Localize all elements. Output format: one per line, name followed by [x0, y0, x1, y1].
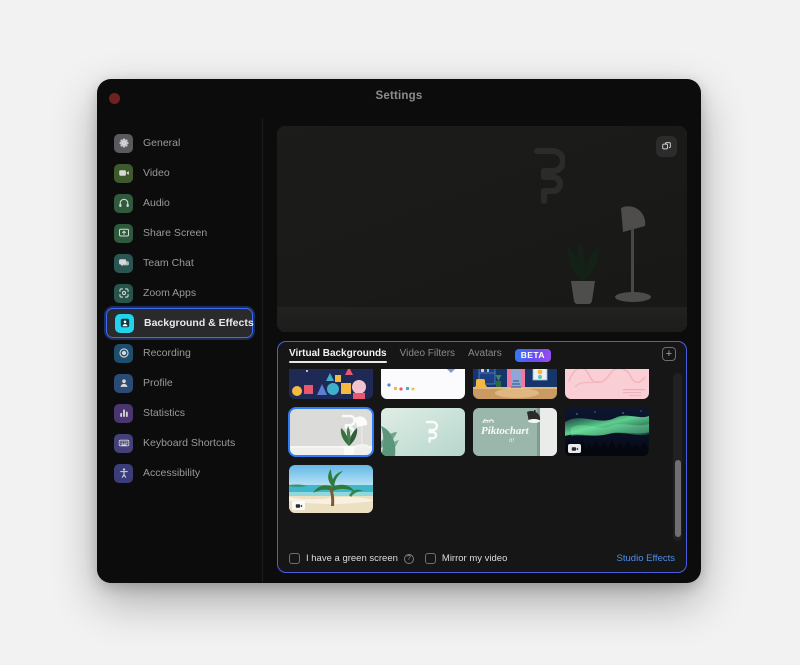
sidebar-item-zoom-apps[interactable]: Zoom Apps [106, 278, 253, 308]
mint-palm-background[interactable] [381, 408, 465, 456]
sidebar-item-recording[interactable]: Recording [106, 338, 253, 368]
accessibility-icon [114, 463, 133, 483]
duplicate-icon[interactable] [656, 136, 677, 157]
sidebar-item-label: Statistics [143, 407, 186, 419]
window-titlebar: Settings [97, 79, 701, 118]
headphones-icon [114, 193, 133, 213]
sidebar-item-label: General [143, 137, 181, 149]
green-screen-checkbox[interactable] [289, 553, 300, 564]
thumbnails-area: Let's Piktochart it! [278, 369, 686, 545]
background-person-icon [115, 313, 134, 333]
thumbnails-scrollbar[interactable] [673, 373, 682, 541]
panel-tabs: Virtual Backgrounds Video Filters Avatars B… [278, 342, 686, 369]
sidebar-item-label: Background & Effects [144, 317, 254, 329]
page-title: Settings [375, 90, 423, 102]
sidebar-item-label: Accessibility [143, 467, 201, 479]
tab-video-filters[interactable]: Video Filters [400, 348, 455, 363]
mirror-video-option[interactable]: Mirror my video [424, 553, 508, 564]
grey-wall-plant-background[interactable] [288, 407, 374, 457]
video-camera-icon [114, 163, 133, 183]
sidebar-item-label: Zoom Apps [143, 287, 197, 299]
sidebar-item-team-chat[interactable]: Team Chat [106, 248, 253, 278]
sidebar-item-label: Video [143, 167, 170, 179]
settings-sidebar: General Video Audio Share Screen Team Chat Zo… [97, 118, 263, 583]
keyboard-icon [114, 433, 133, 453]
sidebar-item-accessibility[interactable]: Accessibility [106, 458, 253, 488]
aurora-forest-background[interactable] [565, 408, 649, 456]
gear-icon [114, 133, 133, 153]
record-circle-icon [114, 343, 133, 363]
panel-footer: I have a green screen ? Mirror my video … [278, 545, 686, 572]
virtual-background-panel: Virtual Backgrounds Video Filters Avatars B… [277, 341, 687, 573]
sidebar-item-label: Profile [143, 377, 173, 389]
add-background-button[interactable]: + [662, 347, 676, 361]
green-screen-option[interactable]: I have a green screen ? [289, 553, 414, 564]
bar-chart-icon [114, 403, 133, 423]
thumbnails-grid: Let's Piktochart it! [288, 369, 675, 513]
mirror-video-label: Mirror my video [441, 553, 508, 564]
question-mark-icon[interactable]: ? [403, 553, 414, 564]
green-screen-label: I have a green screen [306, 553, 398, 564]
tab-avatars[interactable]: Avatars [468, 348, 502, 363]
zoom-apps-icon [114, 283, 133, 303]
svg-text:Piktochart: Piktochart [481, 425, 530, 437]
sidebar-item-audio[interactable]: Audio [106, 188, 253, 218]
scrollbar-thumb[interactable] [674, 460, 681, 537]
video-badge-icon [292, 501, 305, 510]
tropical-beach-background[interactable] [289, 465, 373, 513]
video-badge-icon [568, 444, 581, 453]
sidebar-item-keyboard-shortcuts[interactable]: Keyboard Shortcuts [106, 428, 253, 458]
mirror-video-checkbox[interactable] [424, 553, 436, 564]
tab-virtual-backgrounds[interactable]: Virtual Backgrounds [289, 348, 387, 363]
sidebar-item-label: Audio [143, 197, 170, 209]
blue-room-background[interactable] [473, 369, 557, 399]
white-blank-background[interactable] [381, 369, 465, 399]
video-preview[interactable] [277, 126, 687, 332]
confetti-shapes-background[interactable] [289, 369, 373, 399]
sidebar-item-video[interactable]: Video [106, 158, 253, 188]
beta-badge: BETA [514, 349, 551, 362]
sidebar-item-label: Team Chat [143, 257, 194, 269]
settings-content: Virtual Backgrounds Video Filters Avatars B… [263, 118, 701, 583]
sidebar-item-label: Keyboard Shortcuts [143, 437, 236, 449]
sidebar-item-background-effects[interactable]: Background & Effects [106, 308, 254, 338]
sidebar-item-share-screen[interactable]: Share Screen [106, 218, 253, 248]
settings-window: Settings General Video Audio Share Screen Te… [97, 79, 701, 583]
sidebar-item-general[interactable]: General [106, 128, 253, 158]
sidebar-item-label: Share Screen [143, 227, 208, 239]
sidebar-item-statistics[interactable]: Statistics [106, 398, 253, 428]
studio-effects-link[interactable]: Studio Effects [617, 553, 675, 564]
person-icon [114, 373, 133, 393]
sidebar-item-profile[interactable]: Profile [106, 368, 253, 398]
preview-dim-overlay [277, 126, 687, 332]
window-body: General Video Audio Share Screen Team Chat Zo… [97, 118, 701, 583]
pink-squiggle-background[interactable] [565, 369, 649, 399]
share-screen-icon [114, 223, 133, 243]
piktochart-wall-background[interactable]: Let's Piktochart it! [473, 408, 557, 456]
sidebar-item-label: Recording [143, 347, 191, 359]
chat-bubble-icon [114, 253, 133, 273]
svg-text:it!: it! [509, 438, 514, 444]
